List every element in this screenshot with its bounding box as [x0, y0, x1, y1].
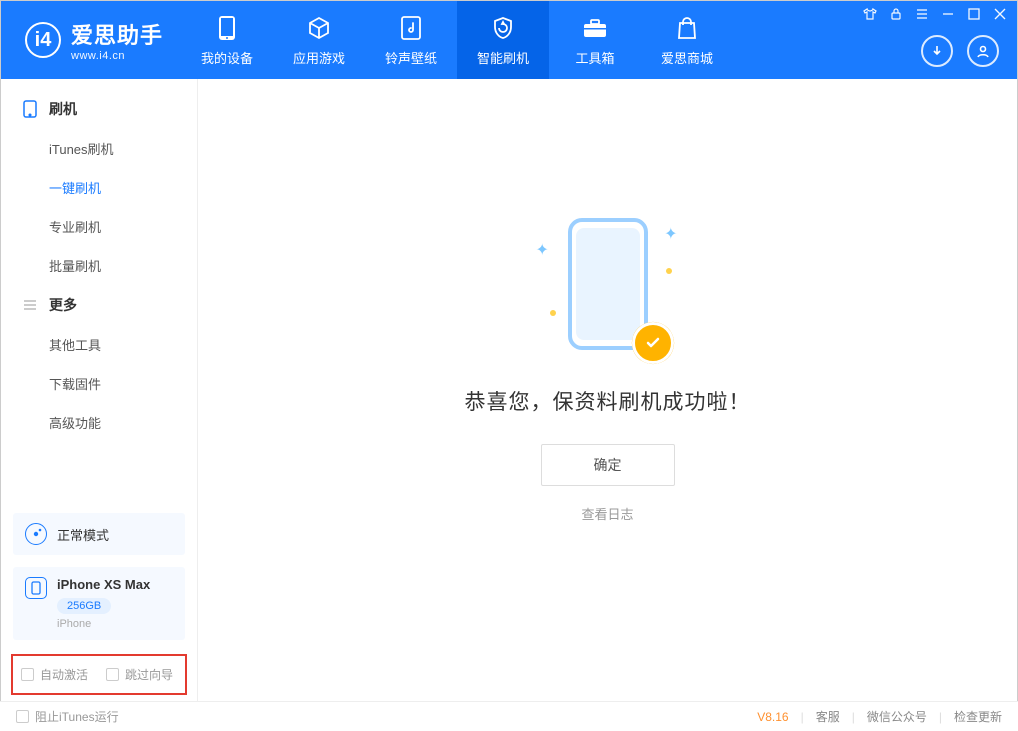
close-icon[interactable]	[993, 7, 1007, 21]
view-log-link[interactable]: 查看日志	[581, 504, 633, 523]
mode-card[interactable]: 正常模式	[13, 513, 185, 555]
titlebar-controls	[863, 7, 1007, 21]
tab-label: 铃声壁纸	[385, 48, 437, 67]
divider: |	[852, 710, 855, 724]
lock-icon[interactable]	[889, 7, 903, 21]
tab-store[interactable]: 爱思商城	[641, 1, 733, 79]
wechat-link[interactable]: 微信公众号	[867, 708, 927, 725]
tab-label: 应用游戏	[293, 48, 345, 67]
device-capacity: 256GB	[57, 598, 111, 614]
tab-my-device[interactable]: 我的设备	[181, 1, 273, 79]
tab-label: 我的设备	[201, 48, 253, 67]
maximize-icon[interactable]	[967, 7, 981, 21]
sidebar-item-itunes-flash[interactable]: iTunes刷机	[1, 129, 197, 168]
checkbox-block-itunes[interactable]: 阻止iTunes运行	[16, 708, 119, 725]
status-bar: 阻止iTunes运行 V8.16 | 客服 | 微信公众号 | 检查更新	[0, 701, 1018, 731]
tab-label: 爱思商城	[661, 48, 713, 67]
checkbox-label: 自动激活	[40, 666, 88, 683]
success-message: 恭喜您，保资料刷机成功啦！	[465, 386, 751, 416]
tab-label: 智能刷机	[477, 48, 529, 67]
shopping-bag-icon	[676, 14, 698, 42]
sidebar-item-advanced[interactable]: 高级功能	[1, 403, 197, 442]
shirt-icon[interactable]	[863, 7, 877, 21]
main-content: ✦ ✦ 恭喜您，保资料刷机成功啦！ 确定 查看日志	[198, 79, 1017, 701]
cube-icon	[307, 14, 331, 42]
dot-icon	[550, 310, 556, 316]
nav-tabs: 我的设备 应用游戏 铃声壁纸 智能刷机 工具箱 爱思商城	[181, 1, 733, 79]
sparkle-icon: ✦	[664, 224, 677, 244]
checkbox-icon	[16, 710, 29, 723]
user-button[interactable]	[967, 35, 999, 67]
mode-icon	[25, 523, 47, 545]
app-title: 爱思助手	[71, 18, 163, 50]
app-url: www.i4.cn	[71, 50, 163, 62]
sidebar-item-oneclick-flash[interactable]: 一键刷机	[1, 168, 197, 207]
phone-screen-icon	[576, 228, 640, 340]
device-name: iPhone XS Max	[57, 577, 150, 592]
confirm-button[interactable]: 确定	[541, 444, 675, 486]
sidebar-item-download-firmware[interactable]: 下载固件	[1, 364, 197, 403]
checkbox-label: 阻止iTunes运行	[35, 708, 119, 725]
checkbox-auto-activate[interactable]: 自动激活	[21, 666, 88, 683]
minimize-icon[interactable]	[941, 7, 955, 21]
divider: |	[801, 710, 804, 724]
check-update-link[interactable]: 检查更新	[954, 708, 1002, 725]
sparkle-icon: ✦	[536, 240, 549, 260]
menu-icon[interactable]	[915, 7, 929, 21]
device-type: iPhone	[57, 618, 150, 630]
group-label: 刷机	[49, 99, 77, 119]
support-link[interactable]: 客服	[816, 708, 840, 725]
sidebar-group-more[interactable]: 更多	[1, 285, 197, 325]
toolbox-icon	[582, 14, 608, 42]
checkbox-skip-wizard[interactable]: 跳过向导	[106, 666, 173, 683]
success-illustration: ✦ ✦	[548, 218, 668, 358]
sidebar-item-batch-flash[interactable]: 批量刷机	[1, 246, 197, 285]
phone-outline-icon	[21, 100, 39, 118]
highlighted-options: 自动激活 跳过向导	[11, 654, 187, 695]
sidebar: 刷机 iTunes刷机 一键刷机 专业刷机 批量刷机 更多 其他工具 下载固件 …	[1, 79, 198, 701]
mode-label: 正常模式	[57, 525, 109, 544]
checkbox-icon	[21, 668, 34, 681]
sidebar-item-pro-flash[interactable]: 专业刷机	[1, 207, 197, 246]
sidebar-item-other-tools[interactable]: 其他工具	[1, 325, 197, 364]
device-icon	[25, 577, 47, 599]
tab-smart-flash[interactable]: 智能刷机	[457, 1, 549, 79]
tab-apps-games[interactable]: 应用游戏	[273, 1, 365, 79]
group-label: 更多	[49, 295, 77, 315]
app-header: i4 爱思助手 www.i4.cn 我的设备 应用游戏 铃声壁纸 智能刷机 工具…	[1, 1, 1017, 79]
tab-ringtone-wallpaper[interactable]: 铃声壁纸	[365, 1, 457, 79]
tab-toolbox[interactable]: 工具箱	[549, 1, 641, 79]
checkbox-label: 跳过向导	[125, 666, 173, 683]
phone-icon	[217, 14, 237, 42]
list-icon	[21, 298, 39, 312]
logo-area: i4 爱思助手 www.i4.cn	[1, 18, 181, 62]
shield-refresh-icon	[491, 14, 515, 42]
version-label: V8.16	[757, 710, 788, 724]
sidebar-group-flash[interactable]: 刷机	[1, 89, 197, 129]
divider: |	[939, 710, 942, 724]
dot-icon	[666, 268, 672, 274]
download-button[interactable]	[921, 35, 953, 67]
logo-icon: i4	[25, 22, 61, 58]
header-actions	[921, 35, 999, 67]
checkbox-icon	[106, 668, 119, 681]
device-card[interactable]: iPhone XS Max 256GB iPhone	[13, 567, 185, 640]
music-file-icon	[400, 14, 422, 42]
body: 刷机 iTunes刷机 一键刷机 专业刷机 批量刷机 更多 其他工具 下载固件 …	[1, 79, 1017, 701]
check-badge-icon	[632, 322, 674, 364]
tab-label: 工具箱	[576, 48, 615, 67]
